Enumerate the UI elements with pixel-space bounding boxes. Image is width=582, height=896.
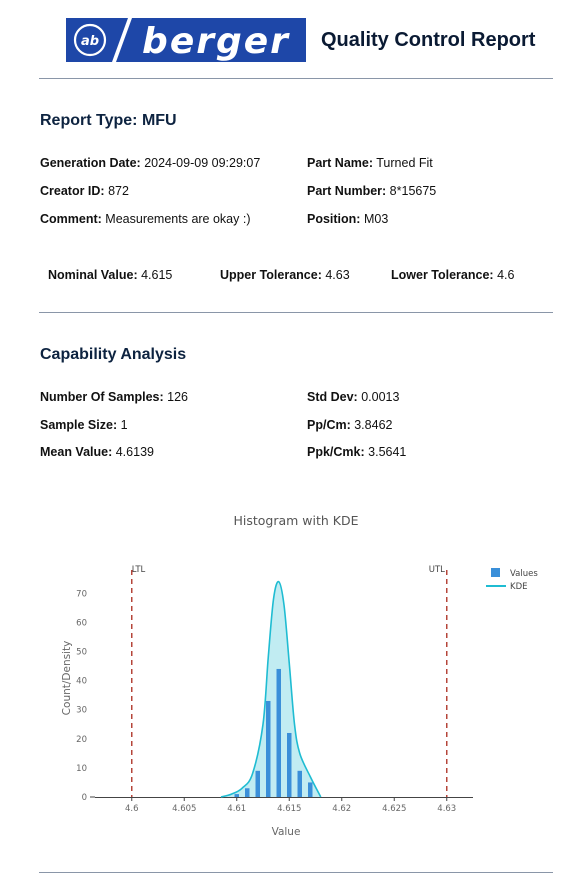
- position-field: Position: M03: [307, 212, 388, 226]
- sample-size-field: Sample Size: 1: [40, 418, 128, 432]
- pp-cm-label: Pp/Cm:: [307, 418, 351, 432]
- lower-tolerance-field: Lower Tolerance: 4.6: [391, 268, 514, 282]
- x-tick-label: 4.605: [172, 804, 196, 814]
- y-tick-label: 50: [76, 647, 87, 657]
- upper-tolerance-value: 4.63: [325, 268, 350, 282]
- part-number-value: 8*15675: [389, 184, 437, 198]
- report-title: Quality Control Report: [321, 29, 536, 51]
- y-tick-label: 40: [76, 677, 87, 687]
- ppk-cmk-label: Ppk/Cmk:: [307, 445, 365, 459]
- generation-date-value: 2024-09-09 09:29:07: [144, 156, 261, 170]
- histogram-bar: [266, 700, 271, 797]
- report-header: ab berger Quality Control Report: [66, 18, 536, 64]
- histogram-bar: [255, 770, 260, 797]
- std-dev-field: Std Dev: 0.0013: [307, 390, 399, 404]
- lower-tolerance-label: Lower Tolerance:: [391, 268, 494, 282]
- position-value: M03: [363, 212, 389, 226]
- pp-cm-field: Pp/Cm: 3.8462: [307, 418, 392, 432]
- creator-id-value: 872: [108, 184, 129, 198]
- histogram-chart: Histogram with KDE Value Count/Density 0…: [0, 500, 582, 845]
- x-tick-label: 4.62: [332, 804, 351, 814]
- upper-tolerance-label: Upper Tolerance:: [220, 268, 322, 282]
- report-type-label: Report Type:: [40, 112, 138, 129]
- y-tick-label: 60: [76, 618, 87, 628]
- part-name-label: Part Name:: [307, 156, 373, 170]
- sample-size-value: 1: [120, 418, 128, 432]
- std-dev-value: 0.0013: [361, 390, 400, 404]
- mean-value-label: Mean Value:: [40, 445, 113, 459]
- number-of-samples-field: Number Of Samples: 126: [40, 390, 188, 404]
- mean-value-field: Mean Value: 4.6139: [40, 445, 154, 459]
- comment-field: Comment: Measurements are okay :): [40, 212, 251, 226]
- divider: [39, 312, 553, 313]
- number-of-samples-label: Number Of Samples:: [40, 390, 164, 404]
- number-of-samples-value: 126: [167, 390, 188, 404]
- x-tick-label: 4.6: [125, 804, 139, 814]
- x-tick-label: 4.615: [277, 804, 301, 814]
- generation-date-field: Generation Date: 2024-09-09 09:29:07: [40, 156, 260, 170]
- comment-label: Comment:: [40, 212, 102, 226]
- report-type-value: MFU: [141, 112, 177, 129]
- chart-plot-area: 0 10 20 30 40 50 60 70 4.6 4.605 4.61 4.615 4.62 4.62…: [76, 565, 473, 814]
- ppk-cmk-field: Ppk/Cmk: 3.5641: [307, 445, 406, 459]
- sample-size-label: Sample Size:: [40, 418, 118, 432]
- chart-legend: Values KDE: [486, 568, 538, 592]
- limit-label-ltl: LTL: [132, 565, 146, 575]
- std-dev-label: Std Dev:: [307, 390, 358, 404]
- y-tick-label: 70: [76, 589, 87, 599]
- berger-logo: ab berger: [66, 18, 306, 62]
- x-tick-label: 4.625: [382, 804, 406, 814]
- part-name-field: Part Name: Turned Fit: [307, 156, 433, 170]
- histogram-bar: [245, 788, 250, 797]
- creator-id-label: Creator ID:: [40, 184, 105, 198]
- generation-date-label: Generation Date:: [40, 156, 141, 170]
- mean-value-value: 4.6139: [115, 445, 154, 459]
- histogram-chart-svg: Histogram with KDE Value Count/Density 0…: [61, 513, 538, 838]
- x-tick-label: 4.63: [437, 804, 456, 814]
- legend-kde-label: KDE: [510, 582, 528, 592]
- upper-tolerance-field: Upper Tolerance: 4.63: [220, 268, 350, 282]
- divider: [39, 872, 553, 873]
- logo-emblem-text: ab: [81, 34, 99, 49]
- y-tick-label: 20: [76, 735, 87, 745]
- lower-tolerance-value: 4.6: [497, 268, 515, 282]
- position-label: Position:: [307, 212, 361, 226]
- histogram-bar: [287, 732, 292, 797]
- histogram-bar: [276, 668, 281, 797]
- nominal-value-field: Nominal Value: 4.615: [48, 268, 172, 282]
- part-name-value: Turned Fit: [376, 156, 433, 170]
- part-number-label: Part Number:: [307, 184, 387, 198]
- x-axis-label: Value: [272, 826, 301, 838]
- histogram-bar: [308, 782, 313, 797]
- ppk-cmk-value: 3.5641: [368, 445, 407, 459]
- y-tick-label: 0: [82, 793, 87, 803]
- pp-cm-value: 3.8462: [354, 418, 393, 432]
- y-tick-label: 30: [76, 706, 87, 716]
- kde-area: [221, 581, 321, 797]
- x-tick-label: 4.61: [227, 804, 246, 814]
- legend-values-swatch: [491, 568, 500, 577]
- legend-values-label: Values: [510, 569, 538, 579]
- nominal-value-value: 4.615: [141, 268, 173, 282]
- capability-heading: Capability Analysis: [40, 346, 187, 363]
- part-number-field: Part Number: 8*15675: [307, 184, 436, 198]
- y-tick-label: 10: [76, 764, 87, 774]
- chart-title: Histogram with KDE: [233, 513, 358, 528]
- histogram-bar: [234, 794, 239, 797]
- nominal-value-label: Nominal Value:: [48, 268, 138, 282]
- creator-id-field: Creator ID: 872: [40, 184, 129, 198]
- y-axis-label: Count/Density: [61, 641, 73, 716]
- histogram-bar: [297, 770, 302, 797]
- comment-value: Measurements are okay :): [105, 212, 251, 226]
- divider: [39, 78, 553, 79]
- limit-label-utl: UTL: [429, 565, 445, 575]
- report-type-heading: Report Type: MFU: [40, 112, 177, 130]
- logo-wordmark: berger: [142, 21, 290, 62]
